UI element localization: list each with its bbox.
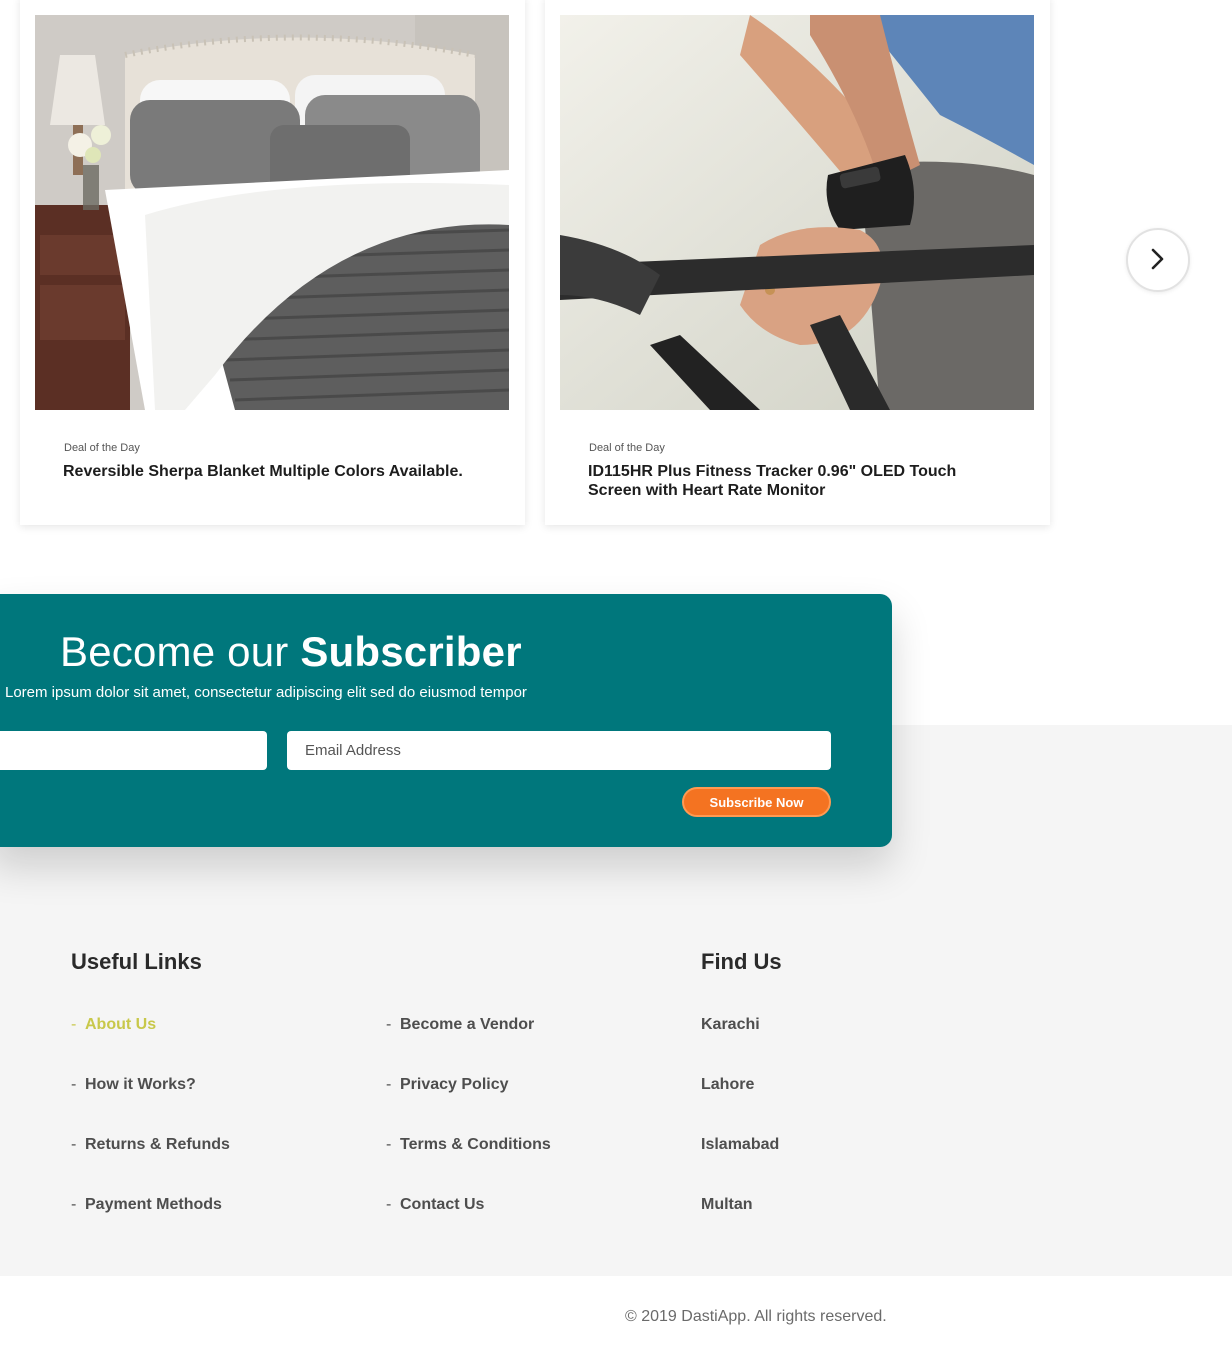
city-islamabad[interactable]: Islamabad [701, 1136, 779, 1196]
dash-icon: - [71, 1016, 77, 1033]
copyright-text: © 2019 DastiApp. All rights reserved. [625, 1308, 887, 1325]
footer-link-label[interactable]: Privacy Policy [400, 1076, 509, 1136]
city-karachi[interactable]: Karachi [701, 1016, 779, 1076]
footer-link-label[interactable]: Become a Vendor [400, 1016, 534, 1076]
product-image-blanket[interactable] [35, 15, 509, 410]
footer-link-privacy-policy[interactable]: - Privacy Policy [386, 1076, 551, 1136]
footer-link-how-it-works[interactable]: - How it Works? [71, 1076, 230, 1136]
footer-link-label[interactable]: Terms & Conditions [400, 1136, 551, 1196]
deal-tag: Deal of the Day [64, 442, 140, 454]
deal-card[interactable]: Deal of the Day Reversible Sherpa Blanke… [20, 0, 525, 525]
footer-link-become-vendor[interactable]: - Become a Vendor [386, 1016, 551, 1076]
footer-link-label[interactable]: Contact Us [400, 1196, 484, 1256]
dash-icon: - [386, 1136, 392, 1153]
deal-title[interactable]: ID115HR Plus Fitness Tracker 0.96" OLED … [588, 462, 1008, 500]
deal-card[interactable]: Deal of the Day ID115HR Plus Fitness Tra… [545, 0, 1050, 525]
subscribe-button[interactable]: Subscribe Now [682, 787, 831, 817]
footer-link-about-us[interactable]: - About Us [71, 1016, 230, 1076]
footer-link-label[interactable]: Payment Methods [85, 1196, 222, 1256]
dash-icon: - [386, 1076, 392, 1093]
footer-link-terms-conditions[interactable]: - Terms & Conditions [386, 1136, 551, 1196]
footer-link-label[interactable]: How it Works? [85, 1076, 196, 1136]
subscribe-panel: Become our Subscriber Lorem ipsum dolor … [0, 594, 892, 847]
footer-link-label[interactable]: Returns & Refunds [85, 1136, 230, 1196]
subscribe-title: Become our Subscriber [60, 628, 522, 676]
city-multan[interactable]: Multan [701, 1196, 779, 1256]
city-lahore[interactable]: Lahore [701, 1076, 779, 1136]
deals-carousel: Deal of the Day Reversible Sherpa Blanke… [0, 0, 1232, 560]
carousel-next-button[interactable] [1126, 228, 1190, 292]
subscribe-description: Lorem ipsum dolor sit amet, consectetur … [5, 684, 527, 701]
dash-icon: - [71, 1196, 77, 1213]
dash-icon: - [71, 1136, 77, 1153]
name-field[interactable] [0, 731, 267, 770]
dash-icon: - [386, 1016, 392, 1033]
email-field[interactable] [287, 731, 831, 770]
subscribe-title-regular: Become our [60, 628, 289, 675]
deal-title[interactable]: Reversible Sherpa Blanket Multiple Color… [63, 462, 483, 481]
subscribe-title-bold: Subscriber [300, 628, 522, 675]
dash-icon: - [386, 1196, 392, 1213]
useful-links-col1: - About Us - How it Works? - Returns & Refu… [71, 1016, 230, 1256]
footer-link-payment-methods[interactable]: - Payment Methods [71, 1196, 230, 1256]
deal-tag: Deal of the Day [589, 442, 665, 454]
footer-link-contact-us[interactable]: - Contact Us [386, 1196, 551, 1256]
useful-links-col2: - Become a Vendor - Privacy Policy - Terms … [386, 1016, 551, 1256]
dash-icon: - [71, 1076, 77, 1093]
chevron-right-icon [1150, 248, 1166, 273]
footer-link-label[interactable]: About Us [85, 1016, 156, 1076]
find-us-title: Find Us [701, 949, 782, 974]
product-image-fitness-tracker[interactable] [560, 15, 1034, 410]
useful-links-title: Useful Links [71, 949, 202, 974]
footer-link-returns-refunds[interactable]: - Returns & Refunds [71, 1136, 230, 1196]
find-us-list: Karachi Lahore Islamabad Multan [701, 1016, 779, 1256]
page: Deal of the Day Reversible Sherpa Blanke… [0, 0, 1232, 1356]
